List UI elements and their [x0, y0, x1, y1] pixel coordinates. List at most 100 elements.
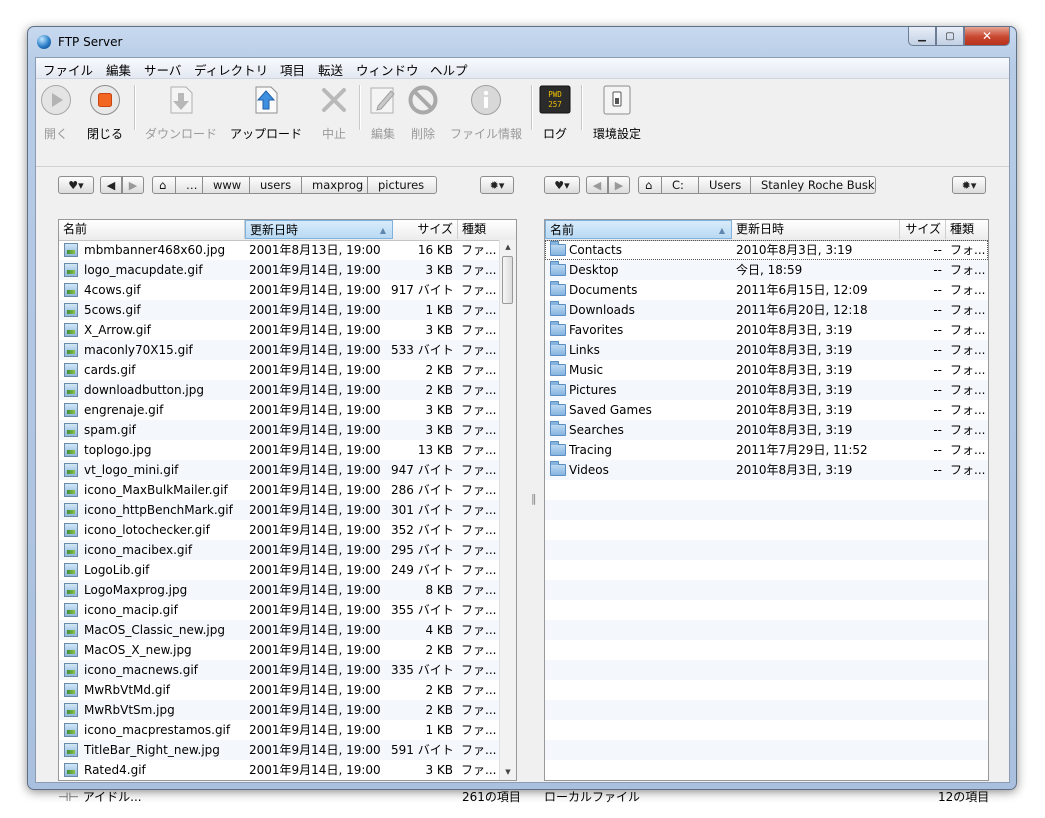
local-file-list[interactable]: 名前 ▲ 更新日時 サイズ 種類 Contacts 2010年8月3日, 3:19… — [544, 219, 989, 781]
minimize-button[interactable]: ▁ — [908, 27, 936, 46]
menu-directory[interactable]: ディレクトリ — [194, 60, 268, 79]
local-folder-row[interactable]: Contacts 2010年8月3日, 3:19 -- フォ... — [545, 240, 988, 260]
file-name: icono_lotochecker.gif — [84, 523, 210, 537]
file-info-button[interactable]: ファイル情報 — [449, 84, 523, 142]
remote-forward-button[interactable]: ▶ — [122, 176, 144, 194]
remote-col-modified[interactable]: 更新日時 ▲ — [245, 220, 393, 239]
local-folder-row[interactable]: Documents 2011年6月15日, 12:09 -- フォ... — [545, 280, 988, 300]
remote-favorites-button[interactable]: ♥▾ — [58, 176, 94, 194]
local-favorites-button[interactable]: ♥▾ — [544, 176, 580, 194]
remote-home-crumb[interactable]: ⌂ — [152, 176, 176, 194]
local-folder-row[interactable]: Favorites 2010年8月3日, 3:19 -- フォ... — [545, 320, 988, 340]
local-actions-button[interactable]: ✹▾ — [952, 176, 986, 194]
local-crumb-users[interactable]: Users — [698, 176, 751, 194]
scroll-up-icon[interactable]: ▲ — [500, 240, 516, 255]
maximize-button[interactable]: ▢ — [936, 27, 964, 46]
remote-file-row[interactable]: maconly70X15.gif 2001年9月14日, 19:00 533 バイト… — [59, 340, 516, 360]
menu-transfer[interactable]: 転送 — [318, 60, 343, 79]
folder-size: -- — [933, 283, 942, 297]
local-folder-row[interactable]: Links 2010年8月3日, 3:19 -- フォ... — [545, 340, 988, 360]
local-folder-row[interactable]: Tracing 2011年7月29日, 11:52 -- フォ... — [545, 440, 988, 460]
local-forward-button[interactable]: ▶ — [608, 176, 630, 194]
local-crumb-user[interactable]: Stanley Roche Busk — [750, 176, 876, 194]
local-home-crumb[interactable]: ⌂ — [638, 176, 662, 194]
local-folder-row[interactable]: Saved Games 2010年8月3日, 3:19 -- フォ... — [545, 400, 988, 420]
remote-col-name[interactable]: 名前 — [59, 220, 245, 239]
folder-icon — [550, 381, 566, 396]
menu-server[interactable]: サーバ — [144, 60, 181, 79]
remote-file-row[interactable]: LogoMaxprog.jpg 2001年9月14日, 19:00 8 KB ファ..… — [59, 580, 516, 600]
remote-file-row[interactable]: MwRbVtSm.jpg 2001年9月14日, 19:00 2 KB ファ... — [59, 700, 516, 720]
remote-status-text: アイドル... — [82, 790, 142, 804]
local-folder-row[interactable]: Searches 2010年8月3日, 3:19 -- フォ... — [545, 420, 988, 440]
menu-window[interactable]: ウィンドウ — [356, 60, 419, 79]
file-size: 2 KB — [425, 683, 453, 697]
remote-file-row[interactable]: cards.gif 2001年9月14日, 19:00 2 KB ファ... — [59, 360, 516, 380]
close-window-button[interactable]: ✕ — [964, 27, 1010, 46]
remote-file-row[interactable]: icono_lotochecker.gif 2001年9月14日, 19:00 35… — [59, 520, 516, 540]
remote-file-row[interactable]: icono_macip.gif 2001年9月14日, 19:00 355 バイトフ… — [59, 600, 516, 620]
remote-col-size[interactable]: サイズ — [393, 220, 458, 239]
remote-file-row[interactable]: icono_macibex.gif 2001年9月14日, 19:00 295 バイ… — [59, 540, 516, 560]
remote-actions-button[interactable]: ✹▾ — [480, 176, 514, 194]
local-folder-row[interactable]: Downloads 2011年6月20日, 12:18 -- フォ... — [545, 300, 988, 320]
remote-file-row[interactable]: vt_logo_mini.gif 2001年9月14日, 19:00 947 バイト… — [59, 460, 516, 480]
abort-button[interactable]: 中止 — [318, 84, 350, 142]
remote-file-row[interactable]: 5cows.gif 2001年9月14日, 19:00 1 KB ファ... — [59, 300, 516, 320]
delete-button[interactable]: 削除 — [407, 84, 439, 142]
remote-file-row[interactable]: X_Arrow.gif 2001年9月14日, 19:00 3 KB ファ... — [59, 320, 516, 340]
remote-file-row[interactable]: LogoLib.gif 2001年9月14日, 19:00 249 バイト ファ... — [59, 560, 516, 580]
remote-file-row[interactable]: Rated4.gif 2001年9月14日, 19:00 3 KB ファ... — [59, 760, 516, 780]
local-col-name[interactable]: 名前 ▲ — [545, 220, 732, 239]
remote-file-row[interactable]: downloadbutton.jpg 2001年9月14日, 19:00 2 KB フ… — [59, 380, 516, 400]
local-col-kind[interactable]: 種類 — [946, 220, 988, 239]
local-crumb-drive[interactable]: C: — [661, 176, 699, 194]
panel-splitter[interactable]: ‖ — [531, 492, 537, 505]
remote-file-row[interactable]: MacOS_Classic_new.jpg 2001年9月14日, 19:00 4 … — [59, 620, 516, 640]
local-folder-row[interactable]: Pictures 2010年8月3日, 3:19 -- フォ... — [545, 380, 988, 400]
remote-crumb-pictures[interactable]: pictures — [367, 176, 437, 194]
remote-file-row[interactable]: icono_MaxBulkMailer.gif 2001年9月14日, 19:00… — [59, 480, 516, 500]
remote-crumb-ellipsis[interactable]: … — [175, 176, 203, 194]
remote-file-row[interactable]: toplogo.jpg 2001年9月14日, 19:00 13 KB ファ... — [59, 440, 516, 460]
upload-button[interactable]: アップロード — [229, 84, 303, 142]
remote-file-row[interactable]: 4cows.gif 2001年9月14日, 19:00 917 バイト ファ... — [59, 280, 516, 300]
local-col-modified[interactable]: 更新日時 — [732, 220, 900, 239]
menu-item[interactable]: 項目 — [280, 60, 305, 79]
local-back-button[interactable]: ◀ — [586, 176, 608, 194]
remote-file-list[interactable]: 名前 更新日時 ▲ サイズ 種類 mbmbanner468x60.jpg 2001… — [58, 219, 517, 781]
scroll-thumb[interactable] — [502, 256, 513, 304]
scroll-down-icon[interactable]: ▼ — [500, 765, 516, 780]
remote-back-button[interactable]: ◀ — [100, 176, 122, 194]
remote-file-row[interactable]: MwRbVtMd.gif 2001年9月14日, 19:00 2 KB ファ... — [59, 680, 516, 700]
remote-file-row[interactable]: TitleBar_Right_new.jpg 2001年9月14日, 19:00 5… — [59, 740, 516, 760]
remote-file-row[interactable]: logo_macupdate.gif 2001年9月14日, 19:00 3 KB フ… — [59, 260, 516, 280]
open-button[interactable]: 開く — [40, 84, 72, 142]
local-folder-row[interactable]: Desktop 今日, 18:59 -- フォ... — [545, 260, 988, 280]
remote-crumb-www[interactable]: www — [202, 176, 250, 194]
download-button[interactable]: ダウンロード — [144, 84, 218, 142]
menu-edit[interactable]: 編集 — [106, 60, 131, 79]
close-connection-button[interactable]: 閉じる — [85, 84, 125, 142]
remote-file-row[interactable]: MacOS_X_new.jpg 2001年9月14日, 19:00 2 KB ファ..… — [59, 640, 516, 660]
remote-crumb-users[interactable]: users — [249, 176, 302, 194]
remote-crumb-maxprog[interactable]: maxprog — [301, 176, 368, 194]
file-modified: 2001年9月14日, 19:00 — [249, 683, 381, 697]
remote-col-kind[interactable]: 種類 — [458, 220, 516, 239]
log-button[interactable]: PWD 257 ログ — [539, 84, 571, 142]
remote-scrollbar[interactable]: ▲ ▼ — [499, 240, 516, 780]
remote-file-row[interactable]: engrenaje.gif 2001年9月14日, 19:00 3 KB ファ... — [59, 400, 516, 420]
menu-file[interactable]: ファイル — [43, 60, 93, 79]
remote-file-row[interactable]: icono_macprestamos.gif 2001年9月14日, 19:00 1… — [59, 720, 516, 740]
remote-file-row[interactable]: icono_macnews.gif 2001年9月14日, 19:00 335 バイ… — [59, 660, 516, 680]
edit-button[interactable]: 編集 — [367, 84, 399, 142]
settings-button[interactable]: 環境設定 — [591, 84, 643, 142]
remote-file-row[interactable]: spam.gif 2001年9月14日, 19:00 3 KB ファ... — [59, 420, 516, 440]
menu-help[interactable]: ヘルプ — [430, 60, 468, 79]
local-col-size[interactable]: サイズ — [900, 220, 946, 239]
remote-file-row[interactable]: icono_httpBenchMark.gif 2001年9月14日, 19:00… — [59, 500, 516, 520]
local-folder-row[interactable]: Videos 2010年8月3日, 3:19 -- フォ... — [545, 460, 988, 480]
title-bar[interactable]: FTP Server ▁ ▢ ✕ — [28, 27, 1016, 57]
local-folder-row[interactable]: Music 2010年8月3日, 3:19 -- フォ... — [545, 360, 988, 380]
remote-file-row[interactable]: mbmbanner468x60.jpg 2001年8月13日, 19:00 16 K… — [59, 240, 516, 260]
